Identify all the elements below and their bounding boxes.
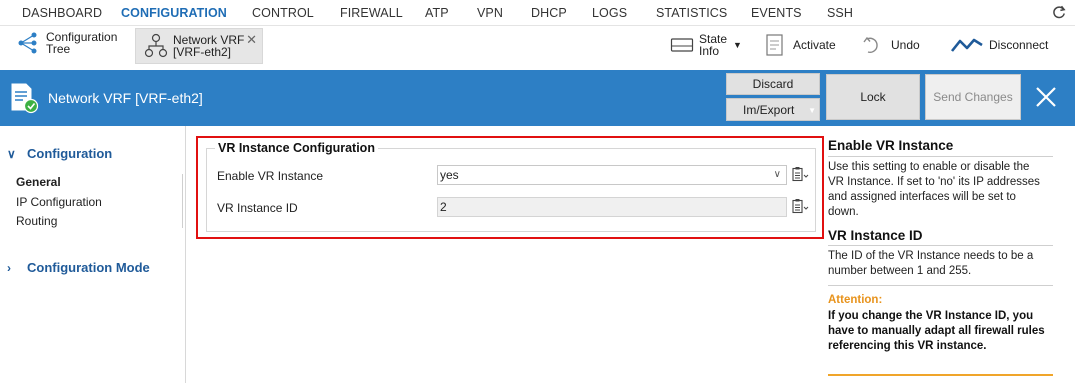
clipboard-icon[interactable] [791,198,809,216]
activate-document-icon [766,34,783,56]
activate-button[interactable]: Activate [765,33,836,57]
nav-control[interactable]: CONTROL [252,6,314,20]
connection-wave-icon [950,38,983,52]
sidebar-section-configuration-mode-label: Configuration Mode [27,260,150,275]
im-export-dropdown-icon: ▼ [808,106,816,115]
network-icon [144,33,168,58]
undo-button[interactable]: Undo [862,35,920,55]
sidebar-item-ip-configuration[interactable]: IP Configuration [16,195,102,209]
nav-dashboard[interactable]: DASHBOARD [22,6,102,20]
nav-atp[interactable]: ATP [425,6,449,20]
sidebar-section-configuration-mode[interactable]: › Configuration Mode [7,260,150,275]
nav-firewall[interactable]: FIREWALL [340,6,403,20]
nav-logs[interactable]: LOGS [592,6,627,20]
help-enable-title: Enable VR Instance [828,138,954,153]
help-attention-text: If you change the VR Instance ID, you ha… [828,310,1045,352]
nav-statistics[interactable]: STATISTICS [656,6,727,20]
activate-label: Activate [793,38,836,52]
state-info-label-2: Info [699,44,720,58]
enable-vr-instance-value: yes [440,168,459,182]
help-panel: Enable VR Instance Use this setting to e… [828,126,1075,383]
help-id-text: The ID of the VR Instance needs to be a … [828,250,1034,277]
sidebar-item-routing[interactable]: Routing [16,214,57,228]
vr-instance-id-label: VR Instance ID [217,201,298,215]
vr-instance-id-value: 2 [440,200,447,214]
config-document-icon [11,83,39,114]
editor-header: Network VRF [VRF-eth2] Discard Im/Export… [0,70,1075,126]
clipboard-icon[interactable] [791,166,809,184]
section-title: VR Instance Configuration [215,141,378,155]
discard-button[interactable]: Discard [726,73,820,95]
nav-ssh[interactable]: SSH [827,6,853,20]
chevron-down-icon: ∨ [7,146,16,161]
send-changes-button[interactable]: Send Changes [925,74,1021,120]
disconnect-label: Disconnect [989,38,1049,52]
help-divider [828,245,1053,246]
close-tab-icon[interactable]: ✕ [246,32,257,48]
tab-network-vrf[interactable]: Network VRF [VRF-eth2] ✕ [135,28,263,64]
help-id-title: VR Instance ID [828,228,923,243]
nav-vpn[interactable]: VPN [477,6,503,20]
sidebar: ∨ Configuration General IP Configuration… [0,126,186,383]
tree-icon [18,32,37,54]
vr-instance-panel: VR Instance Configuration Enable VR Inst… [196,136,824,239]
nav-dhcp[interactable]: DHCP [531,6,567,20]
enable-vr-instance-select[interactable]: yes ∨ [437,165,787,185]
chevron-down-icon: ∨ [773,169,781,180]
state-info-button[interactable]: State Info ▼ [670,33,742,57]
device-icon [670,38,694,52]
sidebar-section-configuration-label: Configuration [27,146,113,161]
undo-icon [863,36,878,53]
configuration-tree-button[interactable]: Configuration Tree [16,31,117,55]
sidebar-item-general[interactable]: General [16,175,61,189]
vr-instance-id-input[interactable]: 2 [437,197,787,217]
help-divider [828,285,1053,286]
top-navigation: DASHBOARD CONFIGURATION CONTROL FIREWALL… [0,0,1075,26]
refresh-icon[interactable] [1051,4,1067,20]
disconnect-button[interactable]: Disconnect [950,37,1048,53]
vr-instance-fieldset: VR Instance Configuration Enable VR Inst… [206,141,816,232]
help-enable-text: Use this setting to enable or disable th… [828,161,1040,218]
attention-divider [828,374,1053,376]
lock-button[interactable]: Lock [826,74,920,120]
chevron-right-icon: › [7,260,11,275]
help-divider [828,156,1053,157]
nav-configuration[interactable]: CONFIGURATION [121,6,227,20]
sidebar-divider [182,174,183,228]
config-tree-label-2: Tree [46,42,71,56]
tab-label-2: [VRF-eth2] [173,45,232,59]
im-export-button[interactable]: Im/Export ▼ [726,98,820,121]
toolbar: Configuration Tree Network VRF [VRF-eth2… [0,26,1075,70]
enable-vr-instance-label: Enable VR Instance [217,169,324,183]
page-title: Network VRF [VRF-eth2] [48,90,203,106]
help-attention-label: Attention: [828,294,883,306]
im-export-label: Im/Export [743,102,795,117]
undo-label: Undo [891,38,920,52]
dropdown-arrow-icon: ▼ [733,40,742,50]
close-editor-icon[interactable] [1032,83,1060,111]
nav-events[interactable]: EVENTS [751,6,802,20]
sidebar-section-configuration[interactable]: ∨ Configuration [7,146,112,161]
